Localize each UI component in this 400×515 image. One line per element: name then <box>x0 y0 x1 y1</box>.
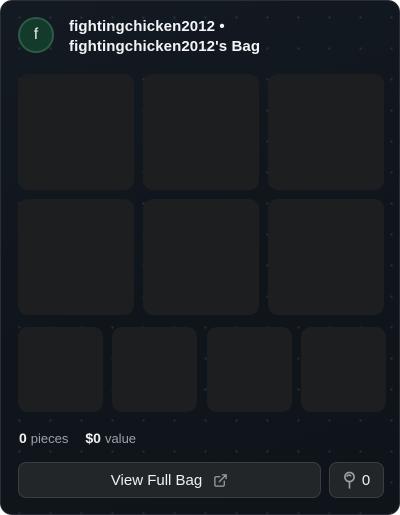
pieces-count: 0 <box>19 430 27 446</box>
like-count: 0 <box>361 471 371 489</box>
value-amount: $0 <box>85 430 101 446</box>
view-full-bag-label: View Full Bag <box>110 471 203 489</box>
bag-slots-large <box>18 74 384 315</box>
bag-slot <box>143 199 259 315</box>
bag-slot <box>300 327 386 412</box>
bag-slot <box>143 74 259 190</box>
bag-stats: 0 pieces $0 value <box>19 430 136 446</box>
bag-card: f fightingchicken2012 • fightingchicken2… <box>0 0 400 515</box>
bag-slot <box>112 327 198 412</box>
avatar[interactable]: f <box>18 17 54 53</box>
bag-slot <box>206 327 292 412</box>
avatar-initial: f <box>33 26 39 43</box>
external-link-icon <box>213 473 228 488</box>
bag-slots-small <box>18 327 386 412</box>
like-button[interactable]: 0 <box>329 462 384 498</box>
bag-slot <box>18 74 134 190</box>
view-full-bag-button[interactable]: View Full Bag <box>18 462 321 498</box>
bag-title: fightingchicken2012 • fightingchicken201… <box>69 18 261 55</box>
bag-slot <box>268 199 384 315</box>
bag-slot <box>268 74 384 190</box>
bag-slot <box>18 327 103 412</box>
lollipop-icon <box>343 471 356 489</box>
pieces-label: pieces <box>30 431 69 446</box>
bag-slot <box>18 199 134 315</box>
value-label: value <box>104 431 137 446</box>
bag-header: f fightingchicken2012 • fightingchicken2… <box>18 17 383 57</box>
